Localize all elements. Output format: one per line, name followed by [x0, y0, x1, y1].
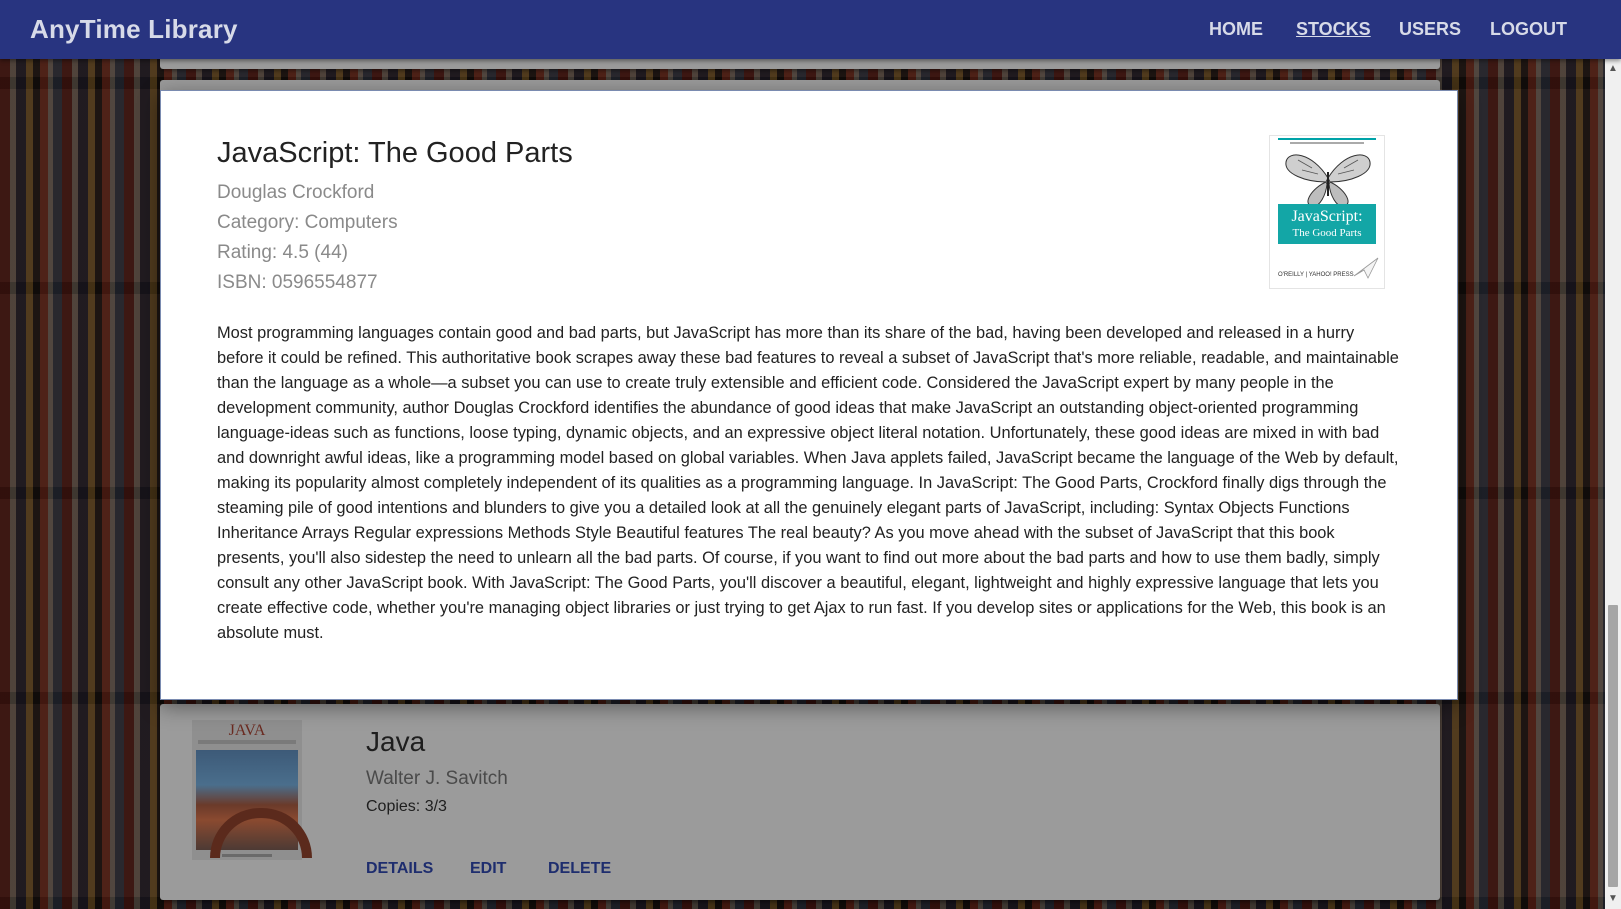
book-title: Java — [366, 726, 426, 757]
scroll-up-icon[interactable]: ▲ — [1605, 61, 1621, 77]
cover-publisher: O'REILLY | YAHOO! PRESS — [1278, 272, 1354, 278]
scroll-thumb[interactable] — [1608, 605, 1618, 887]
book-card-java: JAVA Java Walter J. Savitch Copies: 3/3 … — [160, 704, 1440, 900]
cover-tagline — [1290, 142, 1364, 144]
cover-title: JAVA — [228, 722, 266, 739]
arch-rock-shape — [210, 808, 312, 858]
book-details-modal: JavaScript: The Good Parts Douglas Crock… — [160, 90, 1458, 700]
nav-logout[interactable]: LOGOUT — [1490, 19, 1567, 40]
book-copies: Copies: 3/3 — [366, 798, 447, 815]
modal-book-author: Douglas Crockford — [217, 182, 375, 203]
delete-button[interactable]: DELETE — [548, 860, 611, 878]
cover-top-rule — [1278, 138, 1376, 140]
book-cover-image: JAVA — [192, 720, 312, 860]
scroll-down-icon[interactable]: ▼ — [1605, 891, 1621, 907]
modal-book-category: Category: Computers — [217, 212, 398, 233]
details-button[interactable]: DETAILS — [366, 860, 433, 878]
cover-title-box: JavaScript: The Good Parts — [1278, 204, 1376, 244]
navbar: AnyTime Library HOME STOCKS USERS LOGOUT — [0, 0, 1621, 59]
page-scrollbar[interactable]: ▲ ▼ — [1605, 59, 1621, 909]
modal-book-description: Most programming languages contain good … — [217, 324, 1399, 642]
modal-book-cover: JavaScript: The Good Parts O'REILLY | YA… — [1269, 135, 1385, 289]
edit-button[interactable]: EDIT — [470, 860, 506, 878]
app-brand[interactable]: AnyTime Library — [30, 14, 238, 45]
cover-title-line2: The Good Parts — [1292, 227, 1362, 239]
modal-book-isbn: ISBN: 0596554877 — [217, 272, 378, 293]
nav-users[interactable]: USERS — [1399, 19, 1461, 40]
butterfly-icon — [1285, 154, 1371, 207]
nav-home[interactable]: HOME — [1209, 19, 1263, 40]
nav-stocks[interactable]: STOCKS — [1296, 19, 1371, 40]
book-card-previous — [160, 59, 1440, 69]
modal-book-title: JavaScript: The Good Parts — [217, 137, 573, 169]
cover-photo — [196, 750, 312, 858]
cover-subtitle-line — [198, 740, 296, 744]
cover-title-line1: JavaScript: — [1291, 208, 1363, 225]
cover-author-line — [222, 854, 272, 857]
paper-plane-icon — [1353, 257, 1379, 279]
modal-book-rating: Rating: 4.5 (44) — [217, 242, 348, 263]
book-author: Walter J. Savitch — [366, 768, 508, 789]
